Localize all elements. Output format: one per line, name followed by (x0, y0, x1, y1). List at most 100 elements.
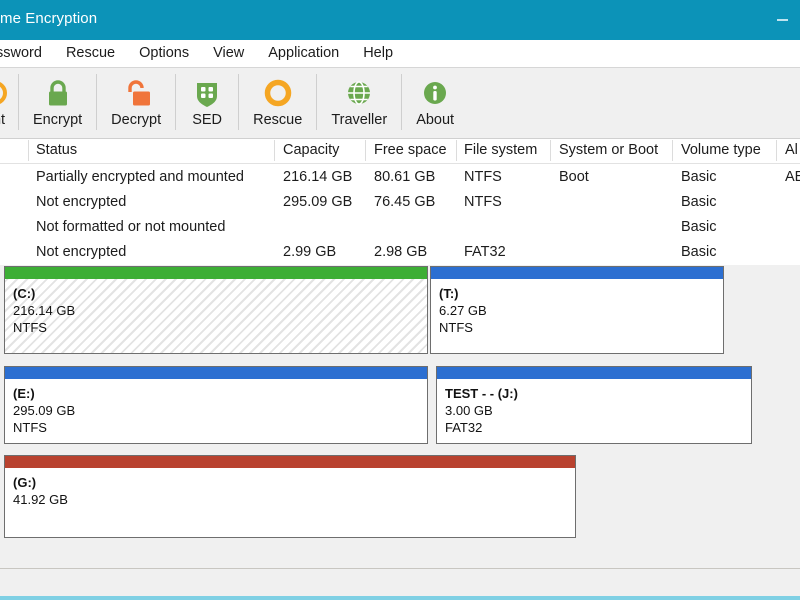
volume-box-body: (G:) 41.92 GB (5, 468, 575, 537)
app-window: me Encryption ssword Rescue Options View App… (0, 0, 800, 600)
menu-options[interactable]: Options (127, 40, 201, 67)
volume-status-bar (5, 456, 575, 468)
info-circle-icon (424, 82, 447, 104)
padlock-open-icon (119, 76, 153, 110)
volume-status-bar (5, 367, 427, 379)
info-circle-icon (418, 76, 452, 110)
cell-free-space: 2.98 GB (374, 244, 428, 260)
volume-list-header: Status Capacity Free space File system Syste… (0, 139, 800, 164)
cell-capacity: 295.09 GB (283, 194, 353, 210)
mount-icon (0, 76, 12, 110)
volume-name-label: TEST - - (J:) (445, 386, 518, 401)
table-row[interactable]: Not formatted or not mounted Basic (0, 216, 800, 241)
volume-status-bar (5, 267, 427, 279)
column-header[interactable]: Free space (374, 142, 447, 158)
column-divider[interactable] (28, 140, 29, 161)
map-bottom-spacer (0, 550, 800, 568)
column-divider[interactable] (365, 140, 366, 161)
cell-file-system: FAT32 (464, 244, 506, 260)
cell-free-space: 76.45 GB (374, 194, 436, 210)
life-ring-icon (264, 79, 291, 107)
padlock-closed-icon (41, 76, 75, 110)
toolbar-decrypt[interactable]: Decrypt (97, 68, 175, 137)
menu-password[interactable]: ssword (0, 40, 54, 67)
volume-fs-label: NTFS (13, 320, 47, 335)
toolbar-traveller[interactable]: Traveller (317, 68, 401, 137)
menu-view[interactable]: View (201, 40, 256, 67)
padlock-closed-icon (48, 80, 67, 106)
volume-labels: TEST - - (J:) 3.00 GB FAT32 (445, 385, 518, 436)
volume-status-bar (437, 367, 751, 379)
table-row[interactable]: Not encrypted 2.99 GB 2.98 GB FAT32 Basic (0, 241, 800, 265)
volume-box[interactable]: (G:) 41.92 GB (4, 455, 576, 538)
volume-fs-label: NTFS (439, 320, 473, 335)
volume-map[interactable]: (C:) 216.14 GB NTFS (T:) 6.27 GB NTFS (E:) 295.… (0, 265, 800, 550)
table-row[interactable]: Not encrypted 295.09 GB 76.45 GB NTFS Basic (0, 191, 800, 216)
volume-labels: (E:) 295.09 GB NTFS (13, 385, 75, 436)
shield-grid-icon (197, 83, 218, 107)
volume-size-label: 295.09 GB (13, 403, 76, 418)
volume-list[interactable]: Status Capacity Free space File system Syste… (0, 139, 800, 265)
column-divider[interactable] (550, 140, 551, 161)
toolbar-encrypt[interactable]: Encrypt (19, 68, 96, 137)
volume-labels: (G:) 41.92 GB (13, 474, 68, 508)
volume-fs-label: NTFS (13, 420, 47, 435)
bottom-accent-bar (0, 596, 800, 600)
toolbar-mount[interactable]: unt (0, 68, 18, 137)
column-header[interactable]: Status (36, 142, 77, 158)
globe-icon (348, 81, 371, 105)
cell-capacity: 216.14 GB (283, 169, 353, 185)
title-bar: me Encryption (0, 0, 800, 40)
column-header[interactable]: Al (785, 142, 798, 158)
menu-help[interactable]: Help (351, 40, 405, 67)
toolbar-about[interactable]: About (402, 68, 468, 137)
menu-bar: ssword Rescue Options View Application Help (0, 40, 800, 67)
volume-name-label: (G:) (13, 475, 37, 490)
cell-system-or-boot: Boot (559, 169, 589, 185)
column-divider[interactable] (274, 140, 275, 161)
toolbar-rescue-label: Rescue (253, 112, 303, 128)
menu-rescue[interactable]: Rescue (54, 40, 127, 67)
cell-status: Not encrypted (36, 244, 127, 260)
cell-status: Partially encrypted and mounted (36, 169, 244, 185)
globe-icon (342, 76, 376, 110)
volume-size-label: 3.00 GB (445, 403, 493, 418)
column-divider[interactable] (776, 140, 777, 161)
toolbar-mount-label: unt (0, 112, 6, 128)
volume-fs-label: FAT32 (445, 420, 483, 435)
toolbar-decrypt-label: Decrypt (111, 112, 162, 128)
window-title: me Encryption (0, 10, 98, 27)
volume-box[interactable]: (T:) 6.27 GB NTFS (430, 266, 724, 354)
menu-application[interactable]: Application (256, 40, 351, 67)
volume-box[interactable]: TEST - - (J:) 3.00 GB FAT32 (436, 366, 752, 444)
toolbar-sed[interactable]: SED (176, 68, 238, 137)
column-header[interactable]: System or Boot (559, 142, 658, 158)
cell-file-system: NTFS (464, 169, 502, 185)
toolbar-rescue[interactable]: Rescue (239, 68, 316, 137)
minimize-icon (777, 19, 788, 21)
mount-icon (0, 82, 7, 104)
column-divider[interactable] (456, 140, 457, 161)
volume-box[interactable]: (C:) 216.14 GB NTFS (4, 266, 428, 354)
cell-free-space: 80.61 GB (374, 169, 436, 185)
shield-grid-icon (190, 76, 224, 110)
minimize-button[interactable] (776, 12, 798, 28)
cell-file-system: NTFS (464, 194, 502, 210)
bottom-pane (0, 569, 800, 597)
table-row[interactable]: Partially encrypted and mounted 216.14 GB… (0, 166, 800, 191)
volume-size-label: 216.14 GB (13, 303, 76, 318)
life-ring-icon (261, 76, 295, 110)
volume-name-label: (E:) (13, 386, 35, 401)
volume-labels: (T:) 6.27 GB NTFS (439, 285, 487, 336)
volume-size-label: 41.92 GB (13, 492, 68, 507)
column-header[interactable]: File system (464, 142, 537, 158)
volume-box-body: (T:) 6.27 GB NTFS (431, 279, 723, 353)
volume-labels: (C:) 216.14 GB NTFS (13, 285, 75, 336)
column-header[interactable]: Capacity (283, 142, 339, 158)
column-header[interactable]: Volume type (681, 142, 761, 158)
cell-volume-type: Basic (681, 169, 717, 185)
volume-status-bar (431, 267, 723, 279)
column-divider[interactable] (672, 140, 673, 161)
cell-status: Not formatted or not mounted (36, 219, 226, 235)
volume-box[interactable]: (E:) 295.09 GB NTFS (4, 366, 428, 444)
